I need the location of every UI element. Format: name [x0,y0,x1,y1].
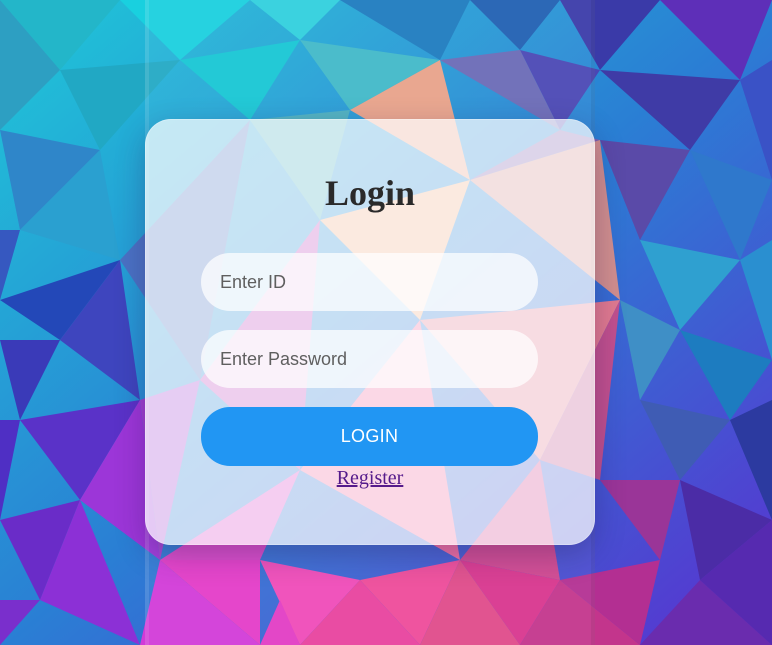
login-button[interactable]: LOGIN [201,407,538,466]
register-link[interactable]: Register [337,467,404,489]
password-input[interactable] [201,330,538,388]
login-title: Login [324,173,416,213]
id-input[interactable] [201,253,538,311]
login-card: Login LOGIN Register [145,119,595,545]
register-row: Register [145,465,595,491]
